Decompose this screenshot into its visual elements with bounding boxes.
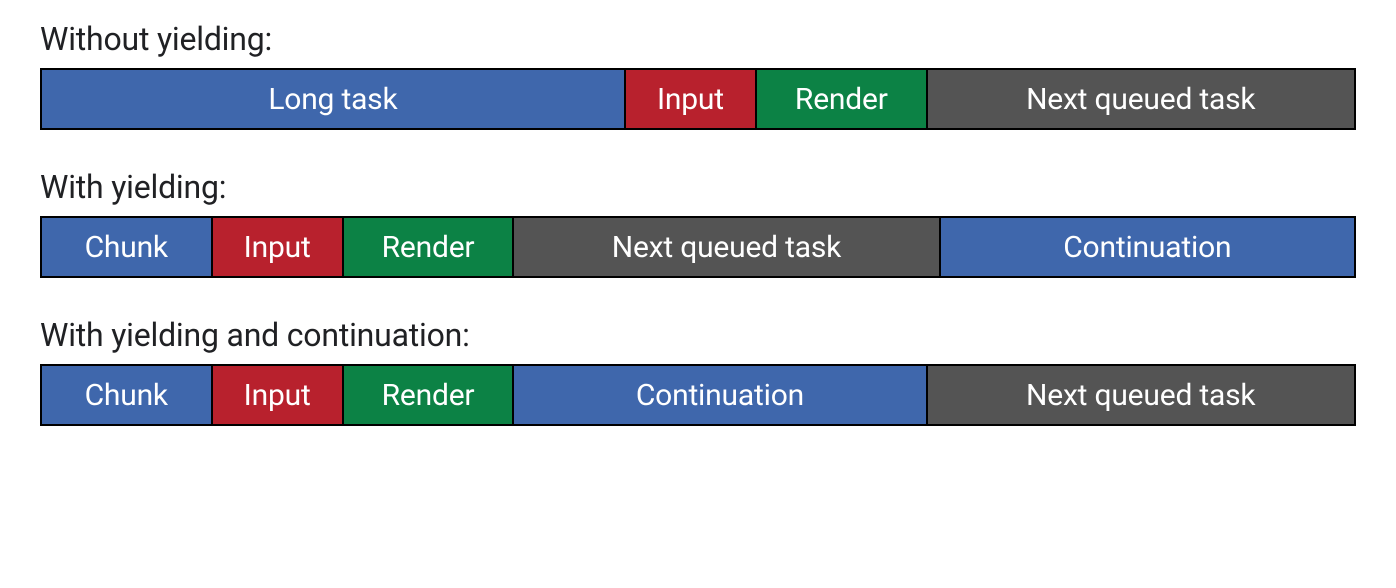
section-with-yielding-and-continuation: With yielding and continuation: Chunk In… (40, 316, 1356, 426)
segment-continuation: Continuation (941, 218, 1354, 276)
task-bar: Long task Input Render Next queued task (40, 68, 1356, 130)
segment-long-task: Long task (42, 70, 626, 128)
segment-render: Render (344, 366, 515, 424)
segment-render: Render (344, 218, 515, 276)
section-with-yielding: With yielding: Chunk Input Render Next q… (40, 168, 1356, 278)
segment-input: Input (213, 366, 344, 424)
segment-render: Render (757, 70, 928, 128)
segment-continuation: Continuation (514, 366, 927, 424)
section-title: Without yielding: (40, 20, 1356, 58)
segment-next-queued-task: Next queued task (928, 366, 1354, 424)
task-bar: Chunk Input Render Next queued task Cont… (40, 216, 1356, 278)
task-bar: Chunk Input Render Continuation Next que… (40, 364, 1356, 426)
section-title: With yielding and continuation: (40, 316, 1356, 354)
segment-next-queued-task: Next queued task (928, 70, 1354, 128)
segment-input: Input (213, 218, 344, 276)
section-without-yielding: Without yielding: Long task Input Render… (40, 20, 1356, 130)
segment-input: Input (626, 70, 757, 128)
segment-next-queued-task: Next queued task (514, 218, 940, 276)
section-title: With yielding: (40, 168, 1356, 206)
segment-chunk: Chunk (42, 218, 213, 276)
segment-chunk: Chunk (42, 366, 213, 424)
